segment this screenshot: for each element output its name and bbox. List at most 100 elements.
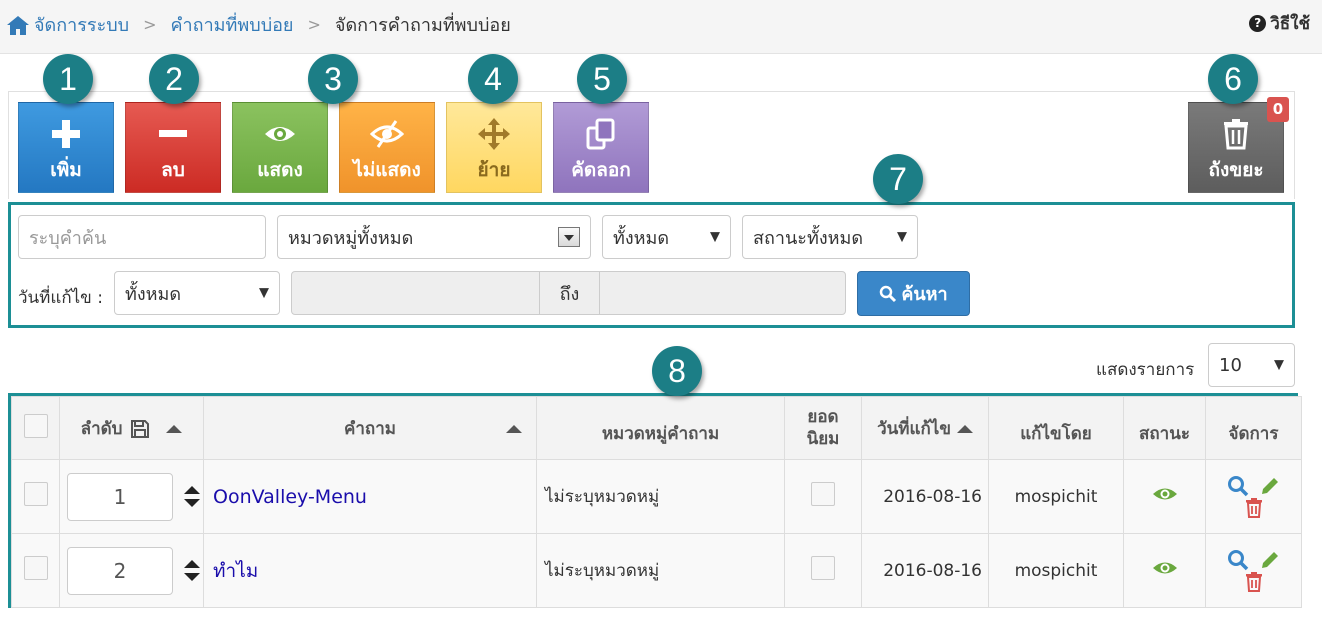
save-icon[interactable] (130, 419, 150, 439)
caret-down-icon: ▼ (1274, 357, 1284, 373)
edit-icon[interactable] (1259, 549, 1281, 571)
header-status: สถานะ (1123, 396, 1206, 460)
search-label: ค้นหา (901, 284, 948, 305)
modified-cell: 2016-08-16 (861, 459, 989, 534)
header-modified-by: แก้ไขโดย (988, 396, 1124, 460)
minus-icon (159, 130, 187, 137)
order-cell: 1 (59, 459, 204, 534)
eye-icon[interactable] (1152, 559, 1178, 577)
status-cell (1123, 459, 1206, 534)
keyword-input[interactable]: ระบุคำค้น (18, 215, 266, 259)
eye-slash-icon (370, 120, 404, 148)
trash-label: ถังขยะ (1208, 159, 1264, 181)
date-selected: ทั้งหมด (125, 283, 182, 305)
popular-cell (784, 533, 862, 608)
move-down-icon[interactable] (184, 573, 201, 581)
header-question-label: คำถาม (344, 418, 396, 439)
order-stepper (184, 481, 201, 512)
keyword-placeholder: ระบุคำค้น (29, 227, 107, 249)
modified-by-cell: mospichit (988, 533, 1124, 608)
plus-icon (52, 120, 80, 148)
view-icon[interactable] (1227, 549, 1249, 571)
row-select-cell (11, 459, 60, 534)
row-checkbox[interactable] (23, 482, 48, 506)
breadcrumb-bar: จัดการระบบ > คำถามที่พบบ่อย > จัดการคำถา… (0, 0, 1322, 54)
breadcrumb-faq[interactable]: คำถามที่พบบ่อย (171, 10, 294, 39)
category-select[interactable]: หมวดหมู่ทั้งหมด (277, 215, 591, 259)
row-select-cell (11, 533, 60, 608)
order-cell: 2 (59, 533, 204, 608)
move-down-icon[interactable] (184, 499, 201, 507)
copy-icon (586, 118, 615, 150)
sort-asc-icon (506, 425, 522, 433)
show-button[interactable]: แสดง (232, 102, 328, 193)
question-link[interactable]: ทำไม (213, 560, 258, 582)
order-input[interactable]: 2 (67, 546, 173, 595)
header-popular: ยอด นิยม (784, 396, 862, 460)
pagesize-select[interactable]: 10 ▼ (1208, 343, 1295, 387)
copy-label: คัดลอก (571, 159, 631, 181)
modified-cell: 2016-08-16 (861, 533, 989, 608)
question-circle-icon: ? (1249, 15, 1267, 32)
table-row: 1 OonValley-Menu ไม่ระบุหมวดหมู่ 2016-08… (11, 459, 1302, 534)
move-label: ย้าย (477, 159, 511, 181)
edit-icon[interactable] (1259, 475, 1281, 497)
row-checkbox[interactable] (23, 556, 48, 580)
date-from-input[interactable] (291, 271, 540, 315)
question-cell: OonValley-Menu (203, 459, 537, 534)
help-link[interactable]: ? วิธีใช้ (1249, 10, 1310, 37)
status-selected: สถานะทั้งหมด (753, 227, 864, 249)
sort-asc-icon (956, 424, 973, 433)
status-select[interactable]: สถานะทั้งหมด ▼ (742, 215, 918, 259)
header-category: หมวดหมู่คำถาม (536, 396, 785, 460)
home-icon[interactable] (6, 14, 30, 36)
select-all-checkbox[interactable] (23, 413, 48, 438)
question-cell: ทำไม (203, 533, 537, 608)
eye-icon[interactable] (1152, 485, 1178, 503)
callout-7: 7 (873, 154, 923, 204)
toolbar: เพิ่ม ลบ แสดง ไม่แสดง ย้าย คัดลอก ถังขยะ… (8, 91, 1295, 199)
delete-icon[interactable] (1243, 571, 1265, 593)
add-button[interactable]: เพิ่ม (18, 102, 114, 193)
category-selected: หมวดหมู่ทั้งหมด (288, 227, 414, 249)
hide-label: ไม่แสดง (353, 159, 421, 181)
date-select[interactable]: ทั้งหมด ▼ (114, 271, 280, 315)
move-arrows-icon (478, 118, 510, 150)
popular-checkbox[interactable] (811, 482, 835, 506)
status-cell (1123, 533, 1206, 608)
trash-icon (1224, 119, 1248, 150)
scope-select[interactable]: ทั้งหมด ▼ (602, 215, 731, 259)
header-question[interactable]: คำถาม (203, 396, 537, 460)
callout-6: 6 (1208, 54, 1258, 104)
question-link[interactable]: OonValley-Menu (213, 486, 367, 508)
popular-checkbox[interactable] (811, 556, 835, 580)
category-cell: ไม่ระบุหมวดหมู่ (536, 533, 785, 608)
trash-button[interactable]: ถังขยะ 0 (1188, 97, 1289, 193)
search-icon (880, 285, 897, 302)
search-button[interactable]: ค้นหา (857, 271, 970, 316)
category-cell: ไม่ระบุหมวดหมู่ (536, 459, 785, 534)
delete-button[interactable]: ลบ (125, 102, 221, 193)
callout-8: 8 (652, 346, 702, 396)
view-icon[interactable] (1227, 475, 1249, 497)
modified-by-cell: mospichit (988, 459, 1124, 534)
pagesize-label: แสดงรายการ (1096, 360, 1195, 380)
scope-selected: ทั้งหมด (613, 227, 670, 249)
eye-icon (265, 127, 295, 141)
show-label: แสดง (257, 159, 303, 181)
breadcrumb-system[interactable]: จัดการระบบ (34, 10, 129, 39)
hide-button[interactable]: ไม่แสดง (339, 102, 435, 193)
date-to-addon: ถึง (539, 271, 600, 315)
header-modified[interactable]: วันที่แก้ไข (861, 396, 989, 460)
move-up-icon[interactable] (184, 560, 201, 568)
move-up-icon[interactable] (184, 486, 201, 494)
order-input[interactable]: 1 (67, 472, 173, 521)
table-header-row: ลำดับ คำถาม หมวดหมู่คำถาม ยอด นิยม วันที… (11, 396, 1302, 460)
filter-panel: ระบุคำค้น หมวดหมู่ทั้งหมด ทั้งหมด ▼ สถาน… (8, 202, 1295, 328)
copy-button[interactable]: คัดลอก (553, 102, 649, 193)
callout-3: 3 (308, 54, 358, 104)
move-button[interactable]: ย้าย (446, 102, 542, 193)
header-order[interactable]: ลำดับ (59, 396, 204, 460)
date-to-input[interactable] (599, 271, 846, 315)
delete-icon[interactable] (1243, 497, 1265, 519)
